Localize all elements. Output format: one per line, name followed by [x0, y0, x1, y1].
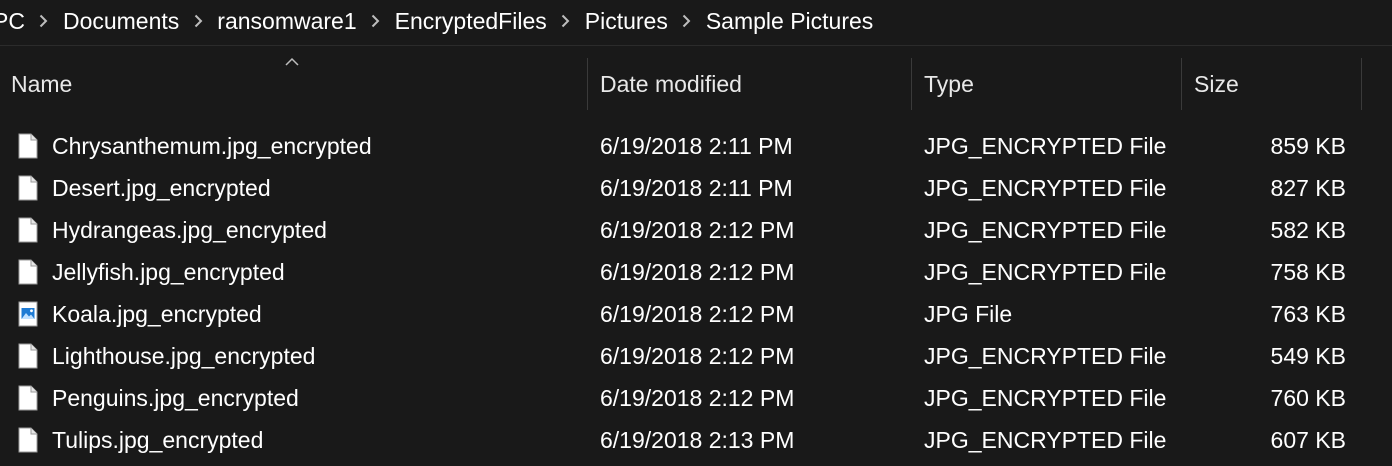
file-name: Chrysanthemum.jpg_encrypted	[52, 132, 372, 159]
breadcrumb-item-sample-pictures[interactable]: Sample Pictures	[704, 8, 875, 35]
file-row[interactable]: Penguins.jpg_encrypted 6/19/2018 2:12 PM…	[0, 377, 1392, 419]
file-row[interactable]: Lighthouse.jpg_encrypted 6/19/2018 2:12 …	[0, 335, 1392, 377]
column-header-row: Name Date modified Type Size	[0, 57, 1392, 110]
chevron-right-icon[interactable]	[27, 11, 61, 31]
file-date: 6/19/2018 2:11 PM	[600, 174, 793, 201]
file-name-cell: Jellyfish.jpg_encrypted	[16, 251, 285, 293]
file-name: Hydrangeas.jpg_encrypted	[52, 216, 327, 243]
file-list: Chrysanthemum.jpg_encrypted 6/19/2018 2:…	[0, 125, 1392, 461]
breadcrumb: PC Documents ransomware1 EncryptedFiles …	[0, 0, 875, 42]
column-header-date-modified[interactable]: Date modified	[588, 58, 912, 110]
column-header-date-label: Date modified	[600, 70, 742, 97]
file-explorer-window: PC Documents ransomware1 EncryptedFiles …	[0, 0, 1392, 466]
file-size: 760 KB	[1270, 384, 1346, 411]
file-row[interactable]: Koala.jpg_encrypted 6/19/2018 2:12 PM JP…	[0, 293, 1392, 335]
file-row[interactable]: Chrysanthemum.jpg_encrypted 6/19/2018 2:…	[0, 125, 1392, 167]
address-bar[interactable]: PC Documents ransomware1 EncryptedFiles …	[0, 0, 1392, 46]
file-name-cell: Penguins.jpg_encrypted	[16, 377, 299, 419]
column-header-type-label: Type	[924, 70, 974, 97]
file-size: 549 KB	[1270, 342, 1346, 369]
file-name-cell: Tulips.jpg_encrypted	[16, 419, 263, 461]
file-name-cell: Koala.jpg_encrypted	[16, 293, 262, 335]
file-name: Koala.jpg_encrypted	[52, 300, 262, 327]
file-type: JPG_ENCRYPTED File	[924, 426, 1167, 453]
file-name: Tulips.jpg_encrypted	[52, 426, 264, 453]
column-header-size[interactable]: Size	[1182, 58, 1362, 110]
file-type: JPG_ENCRYPTED File	[924, 384, 1167, 411]
file-name: Desert.jpg_encrypted	[52, 174, 271, 201]
file-type: JPG_ENCRYPTED File	[924, 132, 1167, 159]
blank-file-icon	[16, 175, 40, 201]
blank-file-icon	[16, 427, 40, 453]
chevron-right-icon[interactable]	[359, 11, 393, 31]
breadcrumb-item-pictures[interactable]: Pictures	[583, 8, 670, 35]
breadcrumb-item-documents[interactable]: Documents	[61, 8, 181, 35]
file-name: Jellyfish.jpg_encrypted	[52, 258, 285, 285]
file-row[interactable]: Tulips.jpg_encrypted 6/19/2018 2:13 PM J…	[0, 419, 1392, 461]
breadcrumb-item-ransomware1[interactable]: ransomware1	[215, 8, 358, 35]
blank-file-icon	[16, 217, 40, 243]
file-date: 6/19/2018 2:12 PM	[600, 216, 795, 243]
file-date: 6/19/2018 2:12 PM	[600, 300, 795, 327]
file-date: 6/19/2018 2:11 PM	[600, 132, 793, 159]
blank-file-icon	[16, 343, 40, 369]
chevron-right-icon[interactable]	[670, 11, 704, 31]
column-header-type[interactable]: Type	[912, 58, 1182, 110]
file-date: 6/19/2018 2:12 PM	[600, 342, 795, 369]
column-header-name[interactable]: Name	[0, 58, 588, 110]
file-date: 6/19/2018 2:12 PM	[600, 258, 795, 285]
file-size: 763 KB	[1270, 300, 1346, 327]
file-name: Lighthouse.jpg_encrypted	[52, 342, 316, 369]
file-size: 827 KB	[1270, 174, 1346, 201]
file-name-cell: Hydrangeas.jpg_encrypted	[16, 209, 327, 251]
breadcrumb-item-encryptedfiles[interactable]: EncryptedFiles	[393, 8, 549, 35]
file-row[interactable]: Jellyfish.jpg_encrypted 6/19/2018 2:12 P…	[0, 251, 1392, 293]
image-file-icon	[16, 301, 40, 327]
file-date: 6/19/2018 2:13 PM	[600, 426, 795, 453]
breadcrumb-item-pc[interactable]: PC	[0, 8, 27, 35]
file-name: Penguins.jpg_encrypted	[52, 384, 299, 411]
file-type: JPG_ENCRYPTED File	[924, 342, 1167, 369]
file-name-cell: Chrysanthemum.jpg_encrypted	[16, 125, 372, 167]
blank-file-icon	[16, 259, 40, 285]
file-type: JPG_ENCRYPTED File	[924, 258, 1167, 285]
blank-file-icon	[16, 133, 40, 159]
column-header-size-label: Size	[1194, 70, 1239, 97]
file-date: 6/19/2018 2:12 PM	[600, 384, 795, 411]
file-row[interactable]: Desert.jpg_encrypted 6/19/2018 2:11 PM J…	[0, 167, 1392, 209]
chevron-right-icon[interactable]	[549, 11, 583, 31]
file-type: JPG_ENCRYPTED File	[924, 174, 1167, 201]
file-size: 758 KB	[1270, 258, 1346, 285]
file-type: JPG File	[924, 300, 1013, 327]
column-header-name-label: Name	[11, 70, 73, 97]
file-size: 607 KB	[1270, 426, 1346, 453]
file-type: JPG_ENCRYPTED File	[924, 216, 1167, 243]
file-row[interactable]: Hydrangeas.jpg_encrypted 6/19/2018 2:12 …	[0, 209, 1392, 251]
file-size: 582 KB	[1270, 216, 1346, 243]
file-size: 859 KB	[1270, 132, 1346, 159]
file-name-cell: Desert.jpg_encrypted	[16, 167, 271, 209]
file-name-cell: Lighthouse.jpg_encrypted	[16, 335, 315, 377]
chevron-right-icon[interactable]	[181, 11, 215, 31]
blank-file-icon	[16, 385, 40, 411]
